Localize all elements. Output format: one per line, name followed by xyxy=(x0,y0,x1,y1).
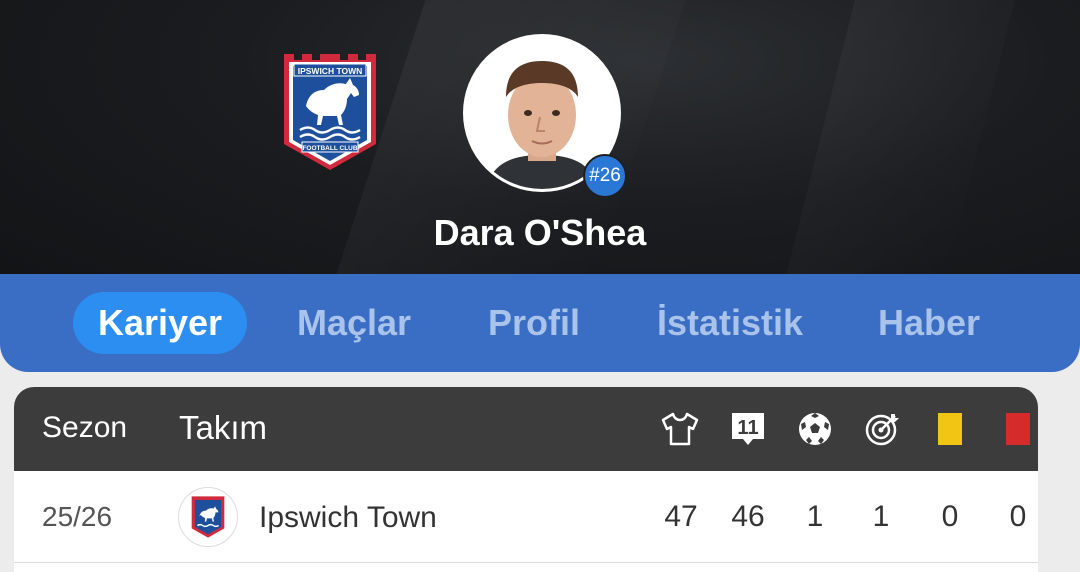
player-header: IPSWICH TOWN FOOTBALL CLUB #26 Dara O'Sh… xyxy=(0,0,1080,300)
club-badge-icon[interactable]: IPSWICH TOWN FOOTBALL CLUB xyxy=(280,50,380,174)
tab-istatistik[interactable]: İstatistik xyxy=(640,292,820,354)
team-logo-icon xyxy=(178,487,238,547)
goals-cell: 1 xyxy=(806,500,824,533)
appearances-cell: 47 xyxy=(664,500,698,533)
season-header: Sezon xyxy=(42,411,128,444)
team-header: Takım xyxy=(179,409,268,446)
assists-cell: 1 xyxy=(872,500,890,533)
ball-icon xyxy=(799,413,831,445)
club-name-text: IPSWICH TOWN xyxy=(298,66,363,76)
yellow-cards-cell: 0 xyxy=(941,500,959,533)
table-header: Sezon Takım 11 xyxy=(14,387,1038,471)
red-card-icon xyxy=(1006,413,1030,445)
yellow-card-icon xyxy=(938,413,962,445)
starts-cell: 46 xyxy=(731,500,765,533)
career-table: Sezon Takım 11 25/26 Ipswich Town 47 46 … xyxy=(14,387,1038,572)
tab-bar: Kariyer Maçlar Profil İstatistik Haber xyxy=(0,274,1080,372)
tab-kariyer[interactable]: Kariyer xyxy=(73,292,247,354)
shirt-number-badge: #26 xyxy=(583,154,627,198)
shirt-icon xyxy=(661,412,699,446)
tab-maclar[interactable]: Maçlar xyxy=(280,292,428,354)
tab-profil[interactable]: Profil xyxy=(470,292,598,354)
team-name-cell[interactable]: Ipswich Town xyxy=(259,501,437,535)
table-row[interactable]: 25/26 Ipswich Town 47 46 1 1 0 0 xyxy=(14,471,1038,563)
red-cards-cell: 0 xyxy=(1009,500,1027,533)
season-cell: 25/26 xyxy=(42,501,113,532)
svg-text:11: 11 xyxy=(737,417,758,439)
player-name: Dara O'Shea xyxy=(433,212,647,253)
lineup-11-icon: 11 xyxy=(732,413,764,445)
tab-haber[interactable]: Haber xyxy=(862,292,996,354)
target-icon xyxy=(865,414,899,446)
club-subtitle-text: FOOTBALL CLUB xyxy=(302,145,357,152)
